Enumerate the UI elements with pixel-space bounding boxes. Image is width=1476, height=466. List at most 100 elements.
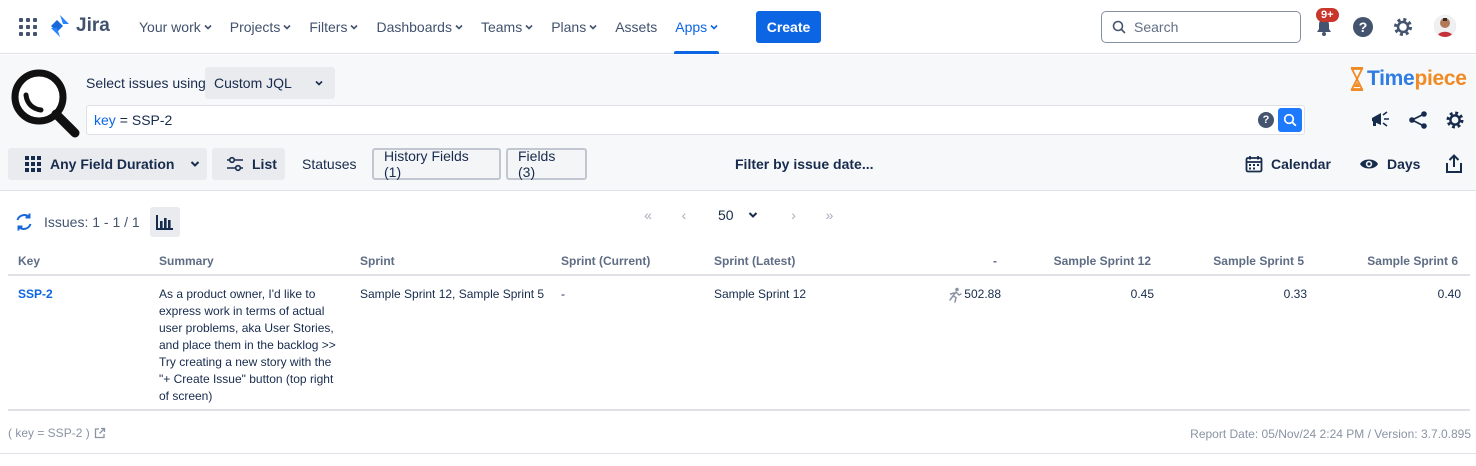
footer-jql[interactable]: ( key = SSP-2 ) (8, 426, 106, 440)
refresh-icon[interactable] (14, 212, 34, 232)
column-header-key[interactable]: Key (18, 254, 40, 268)
page-size-select[interactable]: 50 (718, 207, 758, 223)
create-button[interactable]: Create (756, 11, 821, 43)
nav-dashboards[interactable]: Dashboards (367, 0, 472, 54)
nav-apps[interactable]: Apps (666, 0, 727, 54)
announcement-megaphone-icon[interactable] (1369, 109, 1391, 131)
magnifier-logo-icon (11, 69, 80, 138)
nav-label: Filters (309, 19, 348, 35)
jql-keyword: key (94, 112, 116, 128)
issue-key-link[interactable]: SSP-2 (18, 286, 53, 303)
timepiece-logo: Timepiece (1349, 67, 1467, 91)
previous-page-icon[interactable]: ‹ (674, 207, 694, 223)
first-page-icon[interactable]: « (638, 207, 658, 223)
list-label: List (252, 156, 277, 172)
column-header-sprint-current[interactable]: Sprint (Current) (561, 254, 650, 268)
chevron-down-icon (315, 80, 323, 86)
svg-text:?: ? (1359, 19, 1368, 35)
export-upload-icon[interactable] (1445, 154, 1463, 174)
jql-query-input[interactable]: key = SSP-2 (86, 105, 1305, 135)
column-header-total[interactable]: - (993, 254, 997, 268)
calendar-icon (1245, 156, 1263, 173)
issue-total-duration: 502.88 (947, 286, 1001, 303)
days-button[interactable]: Days (1359, 148, 1424, 180)
column-header-sample-sprint-6[interactable]: Sample Sprint 6 (1367, 254, 1458, 268)
column-header-sample-sprint-5[interactable]: Sample Sprint 5 (1213, 254, 1304, 268)
search-icon (1283, 113, 1297, 127)
chevron-down-icon (283, 24, 291, 30)
jira-logo-icon (51, 15, 69, 37)
jql-search-button[interactable] (1278, 108, 1302, 132)
nav-label: Teams (480, 19, 523, 35)
summary-line: "+ Create Issue" button (top right (159, 372, 334, 386)
nav-plans[interactable]: Plans (542, 0, 606, 54)
jira-logo-text: Jira (76, 15, 110, 36)
history-fields-button[interactable]: History Fields (1) (372, 148, 501, 180)
filter-by-issue-date-button[interactable]: Filter by issue date... (735, 156, 874, 172)
app-switcher-icon[interactable] (18, 17, 38, 37)
nav-label: Dashboards (376, 19, 452, 35)
column-header-sprint[interactable]: Sprint (360, 254, 395, 268)
column-header-sample-sprint-12[interactable]: Sample Sprint 12 (1054, 254, 1151, 268)
help-icon[interactable]: ? (1351, 15, 1375, 39)
search-input[interactable]: Search (1101, 11, 1301, 43)
next-page-icon[interactable]: › (784, 207, 804, 223)
avatar-image-icon (1434, 15, 1456, 37)
grid-icon (25, 156, 41, 172)
calendar-button[interactable]: Calendar (1245, 148, 1335, 180)
fields-label: Fields (3) (518, 148, 556, 180)
nav-teams[interactable]: Teams (472, 0, 542, 54)
issue-sprint-current: - (561, 287, 565, 301)
share-icon[interactable] (1407, 109, 1429, 131)
report-type-select[interactable]: Any Field Duration (8, 148, 207, 180)
jira-logo[interactable]: Jira (50, 14, 110, 38)
statuses-button[interactable]: Statuses (302, 156, 356, 172)
nav-label: Your work (139, 19, 201, 35)
nav-filters[interactable]: Filters (300, 0, 367, 54)
nav-label: Plans (551, 19, 587, 35)
last-page-icon[interactable]: » (820, 207, 840, 223)
days-label: Days (1387, 156, 1421, 172)
nav-projects[interactable]: Projects (221, 0, 301, 54)
history-fields-label: History Fields (1) (384, 148, 469, 180)
chart-toggle-button[interactable] (149, 207, 180, 237)
issue-summary: As a product owner, I'd like to express … (159, 286, 349, 405)
chevron-down-icon (455, 24, 463, 30)
issue-sample-sprint-6: 0.40 (1437, 287, 1461, 301)
summary-line: and place them in the backlog >> (159, 338, 336, 352)
nav-your-work[interactable]: Your work (130, 0, 221, 54)
query-mode-value: Custom JQL (214, 75, 292, 91)
hourglass-icon (1350, 67, 1364, 91)
fields-button[interactable]: Fields (3) (506, 148, 587, 180)
issue-sprint: Sample Sprint 12, Sample Sprint 5 (360, 287, 545, 301)
user-avatar[interactable] (1434, 15, 1456, 37)
jql-help-icon[interactable]: ? (1258, 112, 1274, 128)
query-mode-select[interactable]: Custom JQL (205, 67, 335, 99)
chevron-down-icon (191, 161, 200, 167)
list-button[interactable]: List (212, 148, 285, 180)
jql-value: = SSP-2 (119, 112, 173, 128)
bar-chart-icon (155, 215, 173, 230)
summary-line: Try creating a new story with the (159, 355, 332, 369)
settings-gear-icon[interactable] (1391, 15, 1415, 39)
chevron-down-icon (710, 24, 718, 30)
report-type-label: Any Field Duration (50, 156, 175, 172)
issue-sample-sprint-12: 0.45 (1130, 287, 1154, 301)
summary-line: As a product owner, I'd like to (159, 287, 316, 301)
search-placeholder: Search (1134, 19, 1179, 35)
nav-label: Projects (229, 19, 281, 35)
results-table: Key Summary Sprint Sprint (Current) Spri… (8, 247, 1470, 411)
summary-line: of screen) (159, 389, 213, 403)
summary-line: user problems, aka User Stories, (159, 321, 334, 335)
search-icon (1112, 20, 1126, 34)
brand-left: Time (1367, 67, 1415, 90)
column-header-sprint-latest[interactable]: Sprint (Latest) (714, 254, 795, 268)
issue-sprint-latest: Sample Sprint 12 (714, 287, 807, 301)
calendar-label: Calendar (1271, 156, 1331, 172)
column-header-summary[interactable]: Summary (159, 254, 214, 268)
settings-gear-icon[interactable] (1444, 109, 1466, 131)
nav-label: Assets (615, 19, 658, 35)
nav-assets[interactable]: Assets (606, 0, 666, 54)
primary-nav: Your work Projects Filters Dashboards Te… (130, 0, 727, 54)
table-row: SSP-2 As a product owner, I'd like to ex… (8, 276, 1470, 411)
